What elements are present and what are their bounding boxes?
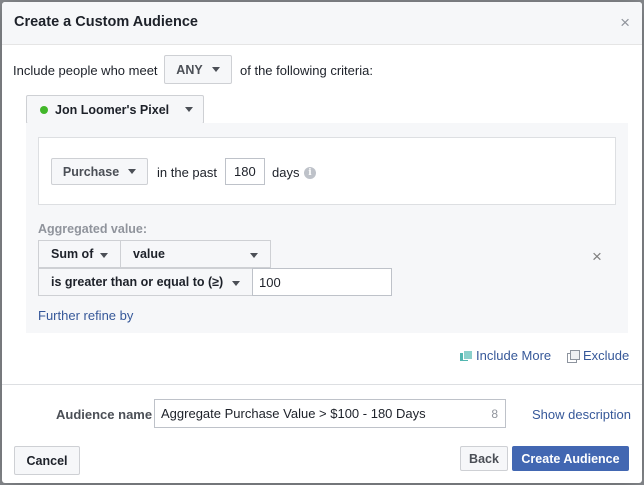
include-more-button[interactable]: Include More [460,348,551,363]
match-type-value: ANY [176,62,203,77]
criteria-prefix-label: Include people who meet [13,63,158,78]
create-audience-button[interactable]: Create Audience [512,446,629,471]
include-more-icon [460,350,473,361]
rule-panel: Purchase in the past 180 days i Aggregat… [26,123,628,333]
exclude-button[interactable]: Exclude [567,348,629,363]
criteria-suffix-label: of the following criteria: [240,63,373,78]
cancel-button[interactable]: Cancel [14,446,80,475]
days-label: days [272,165,300,180]
chevron-down-icon [232,281,240,286]
include-more-label: Include More [476,348,552,363]
remove-rule-icon[interactable]: × [592,248,602,265]
aggregate-function-value: Sum of [51,247,94,261]
match-type-dropdown[interactable]: ANY [164,55,232,84]
comparison-operator-value: is greater than or equal to (≥) [51,275,224,289]
exclude-label: Exclude [583,348,630,363]
dialog-title: Create a Custom Audience [14,14,198,30]
event-value: Purchase [62,164,120,179]
comparison-operator-dropdown[interactable]: is greater than or equal to (≥) [38,268,253,296]
chevron-down-icon [100,253,108,258]
remaining-characters-count: 8 [491,407,498,421]
aggregate-parameter-dropdown[interactable]: value [120,240,271,268]
aggregate-amount-input[interactable]: 100 [252,268,392,296]
exclude-icon [567,350,580,363]
chevron-down-icon [211,67,220,72]
in-the-past-label: in the past [157,165,217,180]
event-rule-box: Purchase in the past 180 days i [38,137,616,205]
further-refine-link[interactable]: Further refine by [38,308,133,323]
chevron-down-icon [128,169,137,174]
pixel-name: Jon Loomer's Pixel [55,102,170,117]
audience-name-value: Aggregate Purchase Value > $100 - 180 Da… [161,406,426,421]
close-icon[interactable]: × [620,14,630,31]
pixel-status-dot-icon [40,105,48,114]
aggregated-value-label: Aggregated value: [38,222,148,236]
footer-divider [2,384,642,385]
aggregate-parameter-value: value [133,247,165,261]
pixel-selector-dropdown[interactable]: Jon Loomer's Pixel [26,95,204,124]
event-dropdown[interactable]: Purchase [51,158,148,185]
chevron-down-icon [185,107,194,112]
audience-name-label: Audience name [56,407,153,422]
show-description-link[interactable]: Show description [532,407,631,422]
chevron-down-icon [250,253,258,258]
back-button[interactable]: Back [460,446,508,471]
info-icon[interactable]: i [304,167,316,179]
dialog-header: Create a Custom Audience × [2,2,642,45]
aggregate-function-dropdown[interactable]: Sum of [38,240,121,268]
days-input[interactable]: 180 [225,158,265,185]
create-custom-audience-dialog: Create a Custom Audience × Include peopl… [2,2,642,483]
audience-name-input[interactable]: Aggregate Purchase Value > $100 - 180 Da… [154,399,506,428]
